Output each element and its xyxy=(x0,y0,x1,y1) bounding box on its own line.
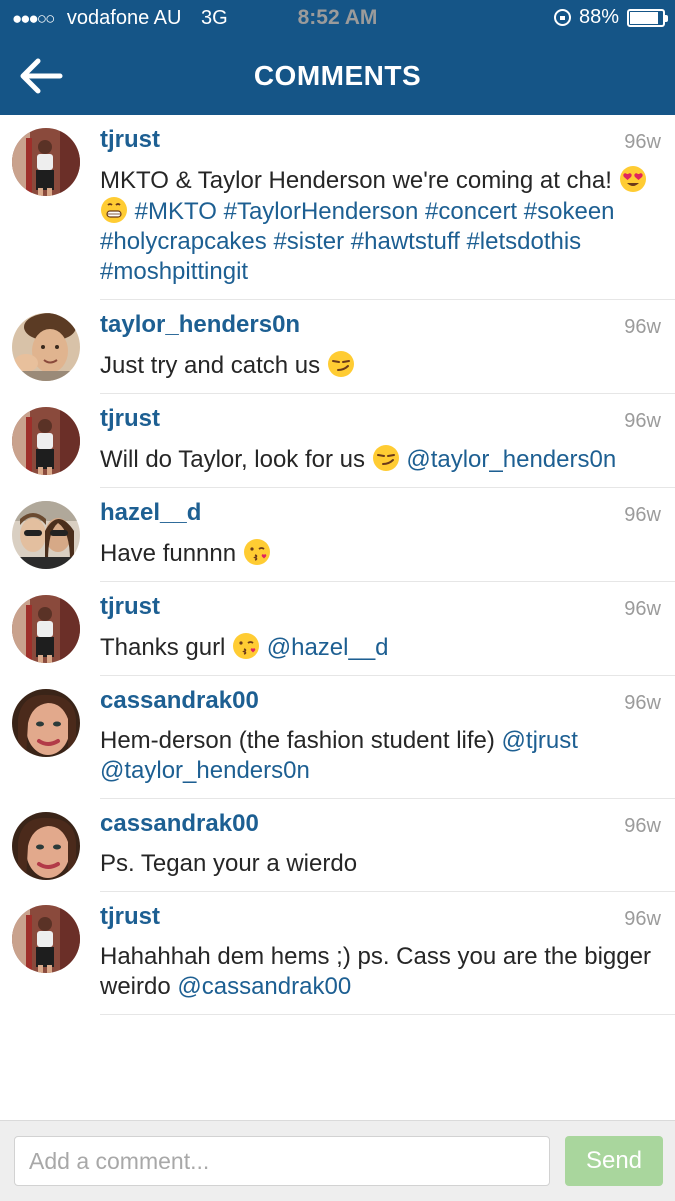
comment-item: tjrust 96w Thanks gurl @hazel__d xyxy=(100,582,675,676)
comment-username[interactable]: tjrust xyxy=(100,582,675,620)
kiss-emoji-icon xyxy=(232,632,260,660)
app-header: ●●●○○ vodafone AU 3G 8:52 AM 88% COMMENT… xyxy=(0,0,675,115)
comment-text-segment: Thanks gurl xyxy=(100,634,233,661)
comment-text: Thanks gurl @hazel__d xyxy=(100,620,675,675)
comments-list: tjrust 96w MKTO & Taylor Henderson we're c… xyxy=(0,115,675,1015)
comment-composer: Send xyxy=(0,1120,675,1201)
heart-eyes-emoji-icon xyxy=(619,165,647,193)
comment-username[interactable]: tjrust xyxy=(100,115,675,153)
comment-item: cassandrak00 96w Ps. Tegan your a wierdo xyxy=(100,799,675,892)
hashtag-link[interactable]: #concert xyxy=(425,198,517,225)
comment-text-segment xyxy=(260,634,267,661)
comment-item: cassandrak00 96w Hem-derson (the fashion s… xyxy=(100,676,675,799)
avatar-cassandra[interactable] xyxy=(12,689,80,757)
comment-text-segment: Will do Taylor, look for us xyxy=(100,446,372,473)
hashtag-link[interactable]: #hawtstuff xyxy=(351,228,460,255)
comment-text-segment xyxy=(128,198,135,225)
comment-text: Ps. Tegan your a wierdo xyxy=(100,837,675,891)
avatar-tjrust[interactable] xyxy=(12,128,80,196)
status-right: 88% xyxy=(553,6,668,29)
hashtag-link[interactable]: #letsdothis xyxy=(466,228,581,255)
kiss-emoji-icon xyxy=(243,538,271,566)
avatar-hazel[interactable] xyxy=(12,501,80,569)
mention-link[interactable]: @tjrust xyxy=(502,727,578,754)
mention-link[interactable]: @cassandrak00 xyxy=(177,973,351,1000)
mention-link[interactable]: @taylor_henders0n xyxy=(100,757,310,784)
grin-emoji-icon xyxy=(100,196,128,224)
comment-item: hazel__d 96w Have funnnn xyxy=(100,488,675,582)
send-button[interactable]: Send xyxy=(565,1136,663,1186)
hashtag-link[interactable]: #TaylorHenderson xyxy=(224,198,419,225)
avatar-tjrust[interactable] xyxy=(12,595,80,663)
comment-text-segment: Have funnnn xyxy=(100,540,243,567)
comment-text-segment xyxy=(517,198,524,225)
avatar-cassandra[interactable] xyxy=(12,812,80,880)
comment-text: MKTO & Taylor Henderson we're coming at … xyxy=(100,153,675,299)
comment-timestamp: 96w xyxy=(624,598,661,620)
battery-icon xyxy=(627,8,668,27)
comment-timestamp: 96w xyxy=(624,410,661,432)
comment-timestamp: 96w xyxy=(624,908,661,930)
smirk-emoji-icon xyxy=(372,444,400,472)
comment-text-segment: Ps. Tegan your a wierdo xyxy=(100,850,358,877)
hashtag-link[interactable]: #sokeen xyxy=(524,198,615,225)
avatar-tjrust[interactable] xyxy=(12,905,80,973)
hashtag-link[interactable]: #moshpittingit xyxy=(100,258,248,285)
comment-item: tjrust 96w MKTO & Taylor Henderson we're c… xyxy=(100,115,675,300)
comment-username[interactable]: taylor_henders0n xyxy=(100,300,675,338)
comment-username[interactable]: cassandrak00 xyxy=(100,799,675,837)
comment-timestamp: 96w xyxy=(624,504,661,526)
mention-link[interactable]: @hazel__d xyxy=(267,634,389,661)
comment-item: tjrust 96w Will do Taylor, look for us @ta… xyxy=(100,394,675,488)
hashtag-link[interactable]: #holycrapcakes xyxy=(100,228,267,255)
comment-input[interactable] xyxy=(14,1136,550,1186)
smirk-emoji-icon xyxy=(327,350,355,378)
nav-bar: COMMENTS xyxy=(0,38,675,115)
avatar-taylor[interactable] xyxy=(12,313,80,381)
comment-item: taylor_henders0n 96w Just try and catch us xyxy=(100,300,675,394)
battery-percent: 88% xyxy=(578,6,619,28)
battery-fill xyxy=(630,11,659,24)
comment-text: Hahahhah dem hems ;) ps. Cass you are th… xyxy=(100,930,675,1014)
comment-text-segment xyxy=(217,198,224,225)
comment-text: Hem-derson (the fashion student life) @t… xyxy=(100,714,675,798)
page-title: COMMENTS xyxy=(253,60,422,91)
avatar-tjrust[interactable] xyxy=(12,407,80,475)
rotation-lock-icon xyxy=(553,9,571,26)
comment-username[interactable]: cassandrak00 xyxy=(100,676,675,714)
comment-text-segment: MKTO & Taylor Henderson we're coming at … xyxy=(100,167,619,194)
comment-timestamp: 96w xyxy=(624,692,661,714)
comment-username[interactable]: tjrust xyxy=(100,892,675,930)
comment-text-segment: Just try and catch us xyxy=(100,352,327,379)
comment-username[interactable]: tjrust xyxy=(100,394,675,432)
comment-text: Have funnnn xyxy=(100,526,675,581)
comment-username[interactable]: hazel__d xyxy=(100,488,675,526)
comment-timestamp: 96w xyxy=(624,815,661,837)
comment-item: tjrust 96w Hahahhah dem hems ;) ps. Cass y… xyxy=(100,892,675,1015)
hashtag-link[interactable]: #MKTO xyxy=(135,198,217,225)
comment-text: Just try and catch us xyxy=(100,338,675,393)
comment-text: Will do Taylor, look for us @taylor_hend… xyxy=(100,432,675,487)
status-bar: ●●●○○ vodafone AU 3G 8:52 AM 88% xyxy=(0,0,675,38)
mention-link[interactable]: @taylor_henders0n xyxy=(406,446,616,473)
comment-text-segment xyxy=(344,228,351,255)
comment-timestamp: 96w xyxy=(624,131,661,153)
comment-text-segment: Hem-derson (the fashion student life) xyxy=(100,727,502,754)
hashtag-link[interactable]: #sister xyxy=(273,228,344,255)
comment-timestamp: 96w xyxy=(624,316,661,338)
